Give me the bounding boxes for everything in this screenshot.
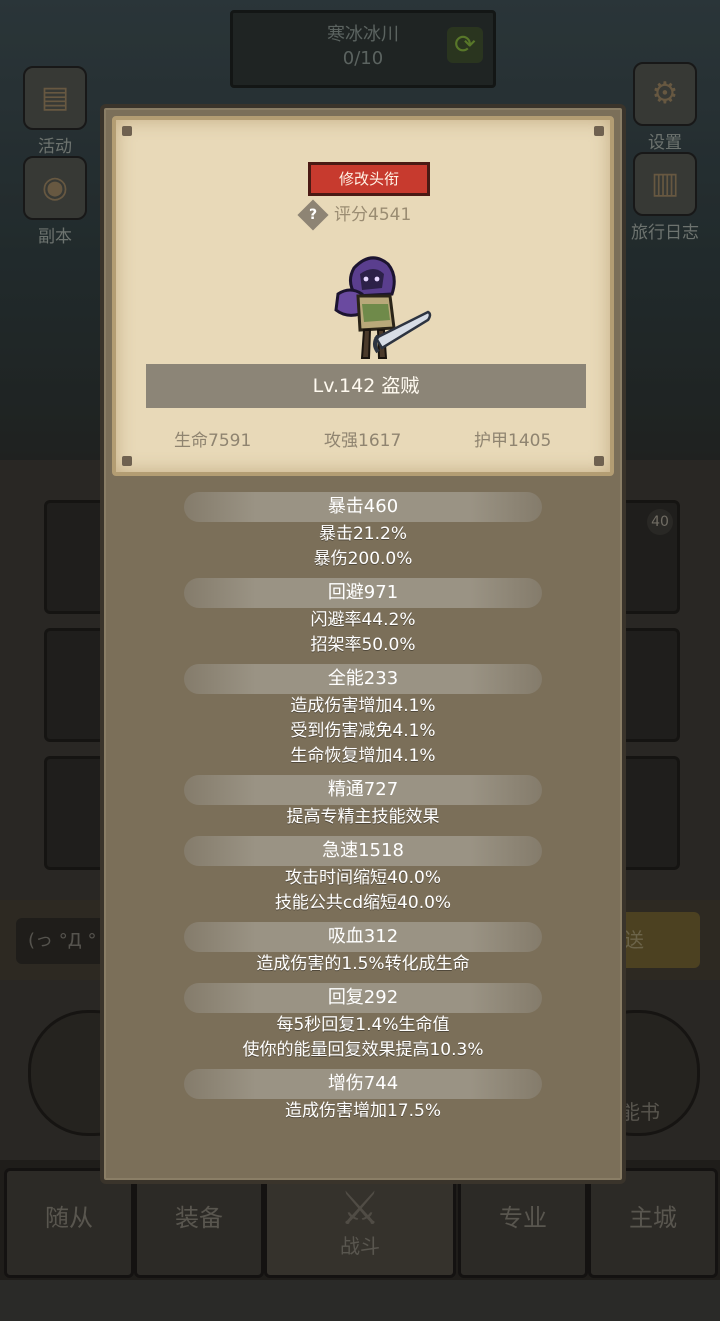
rename-title-button[interactable]: 修改头衔 bbox=[308, 162, 430, 196]
help-icon[interactable]: ? bbox=[297, 199, 329, 231]
attr-group-versatility: 全能233 造成伤害增加4.1% 受到伤害减免4.1% 生命恢复增加4.1% bbox=[104, 664, 622, 769]
character-stats-panel: 修改头衔 ? 评分4541 Lv.142 盗贼 生命7591 攻强1617 护甲1… bbox=[100, 104, 626, 1184]
score-value: 评分4541 bbox=[334, 205, 412, 225]
attr-group-avoidance: 回避971 闪避率44.2% 招架率50.0% bbox=[104, 578, 622, 658]
attr-line: 技能公共cd缩短40.0% bbox=[274, 893, 452, 913]
attr-header: 急速1518 bbox=[184, 836, 542, 866]
attr-group-damage-bonus: 增伤744 造成伤害增加17.5% bbox=[104, 1069, 622, 1124]
attribute-list: 暴击460 暴击21.2% 暴伤200.0% 回避971 闪避率44.2% 招架… bbox=[104, 486, 622, 1124]
attr-header: 吸血312 bbox=[184, 922, 542, 952]
attr-header: 精通727 bbox=[184, 775, 542, 805]
character-name-bar: Lv.142 盗贼 bbox=[146, 364, 586, 408]
attr-line: 招架率50.0% bbox=[310, 635, 416, 655]
attr-line: 使你的能量回复效果提高10.3% bbox=[242, 1040, 484, 1060]
attr-header: 回复292 bbox=[184, 983, 542, 1013]
attr-group-haste: 急速1518 攻击时间缩短40.0% 技能公共cd缩短40.0% bbox=[104, 836, 622, 916]
attr-line: 造成伤害增加17.5% bbox=[284, 1101, 441, 1121]
rogue-character-sprite bbox=[334, 256, 432, 359]
character-card: 修改头衔 ? 评分4541 Lv.142 盗贼 生命7591 攻强1617 护甲1… bbox=[112, 116, 614, 476]
attr-header: 暴击460 bbox=[184, 492, 542, 522]
attr-line: 造成伤害增加4.1% bbox=[290, 696, 436, 716]
attr-line: 提高专精主技能效果 bbox=[286, 807, 440, 827]
attr-group-lifesteal: 吸血312 造成伤害的1.5%转化成生命 bbox=[104, 922, 622, 977]
attr-header: 增伤744 bbox=[184, 1069, 542, 1099]
attr-group-regen: 回复292 每5秒回复1.4%生命值 使你的能量回复效果提高10.3% bbox=[104, 983, 622, 1063]
attr-line: 受到伤害减免4.1% bbox=[290, 721, 436, 741]
attr-line: 闪避率44.2% bbox=[310, 610, 416, 630]
attr-line: 攻击时间缩短40.0% bbox=[284, 868, 441, 888]
attr-line: 造成伤害的1.5%转化成生命 bbox=[256, 954, 470, 974]
attr-header: 全能233 bbox=[184, 664, 542, 694]
attr-header: 回避971 bbox=[184, 578, 542, 608]
stat-attack-power: 攻强1617 bbox=[324, 431, 402, 451]
card-rivet bbox=[122, 456, 132, 466]
attr-line: 每5秒回复1.4%生命值 bbox=[276, 1015, 450, 1035]
attr-line: 暴伤200.0% bbox=[313, 549, 413, 569]
stat-health: 生命7591 bbox=[174, 431, 252, 451]
attr-group-crit: 暴击460 暴击21.2% 暴伤200.0% bbox=[104, 492, 622, 572]
card-rivet bbox=[122, 126, 132, 136]
attr-line: 生命恢复增加4.1% bbox=[290, 746, 436, 766]
card-rivet bbox=[594, 126, 604, 136]
card-rivet bbox=[594, 456, 604, 466]
attr-line: 暴击21.2% bbox=[318, 524, 407, 544]
score-row: ? 评分4541 bbox=[297, 199, 412, 231]
attr-group-mastery: 精通727 提高专精主技能效果 bbox=[104, 775, 622, 830]
stat-armor: 护甲1405 bbox=[474, 431, 552, 451]
